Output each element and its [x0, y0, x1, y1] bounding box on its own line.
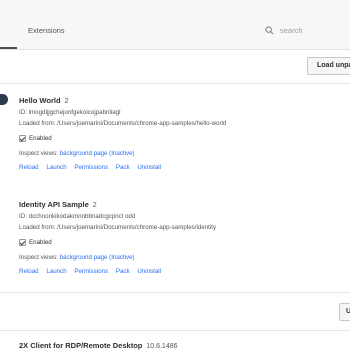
extension-version: 2	[64, 98, 69, 105]
search-input[interactable]	[280, 23, 348, 37]
uninstall-link[interactable]: Uninstall	[137, 268, 161, 275]
launch-link[interactable]: Launch	[46, 164, 66, 171]
background-page-link[interactable]: background page (Inactive)	[60, 254, 135, 261]
extension-loaded-from: Loaded from: /Users/joemarini/Documents/…	[19, 224, 217, 231]
permissions-link[interactable]: Permissions	[74, 268, 108, 275]
reload-link[interactable]: Reload	[19, 268, 39, 275]
extension-version: 10.6.1486	[146, 343, 178, 350]
section-divider	[0, 330, 350, 331]
enabled-checkbox[interactable]	[19, 135, 26, 142]
extension-item-identity-api-sample: Identity API Sample 2 ID: dcchnonkikodakm…	[19, 200, 339, 275]
extension-actions: Reload Launch Permissions Pack Uninstall	[19, 164, 339, 171]
section-divider	[0, 83, 350, 84]
search-icon	[265, 26, 274, 35]
extension-item-2x-client: 2X Client for RDP/Remote Desktop 10.6.148…	[19, 341, 178, 350]
uninstall-link[interactable]: Uninstall	[137, 164, 161, 171]
extension-name: Identity API Sample	[19, 200, 89, 209]
enabled-label: Enabled	[29, 135, 52, 142]
extension-id: ID: lmogdljjgchejonfgekoicojpabnliagl	[19, 109, 121, 116]
pack-link[interactable]: Pack	[116, 164, 130, 171]
pack-link[interactable]: Pack	[116, 268, 130, 275]
launch-link[interactable]: Launch	[46, 268, 66, 275]
enabled-toggle[interactable]: Enabled	[19, 239, 339, 246]
extension-name: Hello World	[19, 96, 61, 105]
reload-link[interactable]: Reload	[19, 164, 39, 171]
extension-actions: Reload Launch Permissions Pack Uninstall	[19, 268, 339, 275]
inspect-views: Inspect views: background page (Inactive…	[19, 254, 339, 261]
permissions-link[interactable]: Permissions	[74, 164, 108, 171]
extension-loaded-from: Loaded from: /Users/joemarini/Documents/…	[19, 120, 227, 127]
background-page-link[interactable]: background page (Inactive)	[60, 150, 135, 157]
inspect-views-label: Inspect views:	[19, 254, 58, 261]
inspect-views-label: Inspect views:	[19, 150, 58, 157]
tab-extensions[interactable]: Extensions	[28, 26, 65, 35]
inspect-views: Inspect views: background page (Inactive…	[19, 150, 339, 157]
extension-id: ID: dcchnonkikodakmnnbbnadcgcpncl odd	[19, 213, 136, 220]
enabled-label: Enabled	[29, 239, 52, 246]
load-unpacked-button[interactable]: Load unpa	[307, 57, 350, 75]
enabled-checkbox[interactable]	[19, 239, 26, 246]
section-divider	[0, 292, 350, 293]
enabled-toggle[interactable]: Enabled	[19, 135, 339, 142]
extension-name: 2X Client for RDP/Remote Desktop	[19, 341, 143, 350]
update-button[interactable]: U	[339, 303, 350, 321]
header-divider	[0, 49, 350, 50]
extension-item-hello-world: Hello World 2 ID: lmogdljjgchejonfgekoico…	[19, 96, 339, 171]
extension-icon	[0, 94, 8, 105]
extension-version: 2	[92, 202, 97, 209]
